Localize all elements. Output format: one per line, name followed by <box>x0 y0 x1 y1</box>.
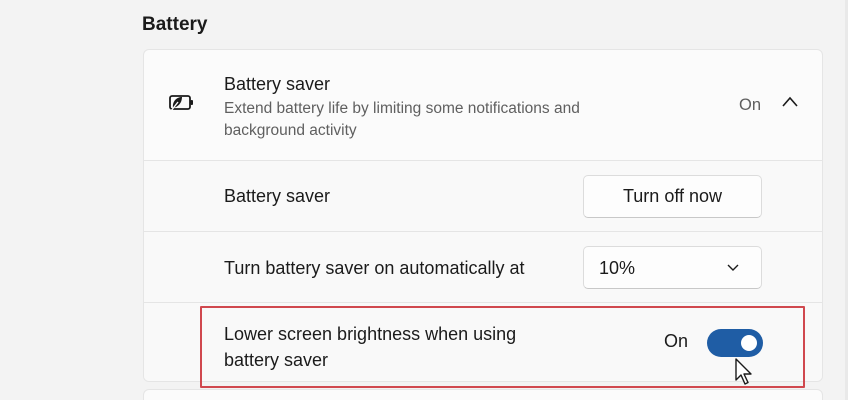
battery-saver-header[interactable]: Battery saver Extend battery life by lim… <box>144 50 822 160</box>
mouse-pointer-icon <box>735 358 752 385</box>
auto-on-threshold-value: 10% <box>599 258 636 278</box>
chevron-up-icon[interactable] <box>780 94 800 110</box>
battery-saver-title: Battery saver <box>224 74 331 94</box>
battery-saver-row: Battery saver Turn off now <box>144 160 822 231</box>
auto-on-row: Turn battery saver on automatically at 1… <box>144 231 822 302</box>
battery-saver-description: Extend battery life by limiting some not… <box>224 100 580 139</box>
turn-off-now-button[interactable]: Turn off now <box>583 175 762 218</box>
highlight-box <box>200 306 805 388</box>
section-title: Battery <box>142 14 208 35</box>
battery-saver-status: On <box>739 96 762 114</box>
auto-on-threshold-select[interactable]: 10% <box>583 246 762 289</box>
next-settings-card <box>143 389 823 400</box>
sidebar <box>0 0 108 400</box>
auto-on-label: Turn battery saver on automatically at <box>224 258 525 278</box>
chevron-down-icon <box>727 264 739 271</box>
battery-saver-leaf-icon <box>169 95 193 112</box>
battery-saver-row-label: Battery saver <box>224 186 331 206</box>
settings-window: Battery Battery saver Extend battery lif… <box>0 0 848 400</box>
